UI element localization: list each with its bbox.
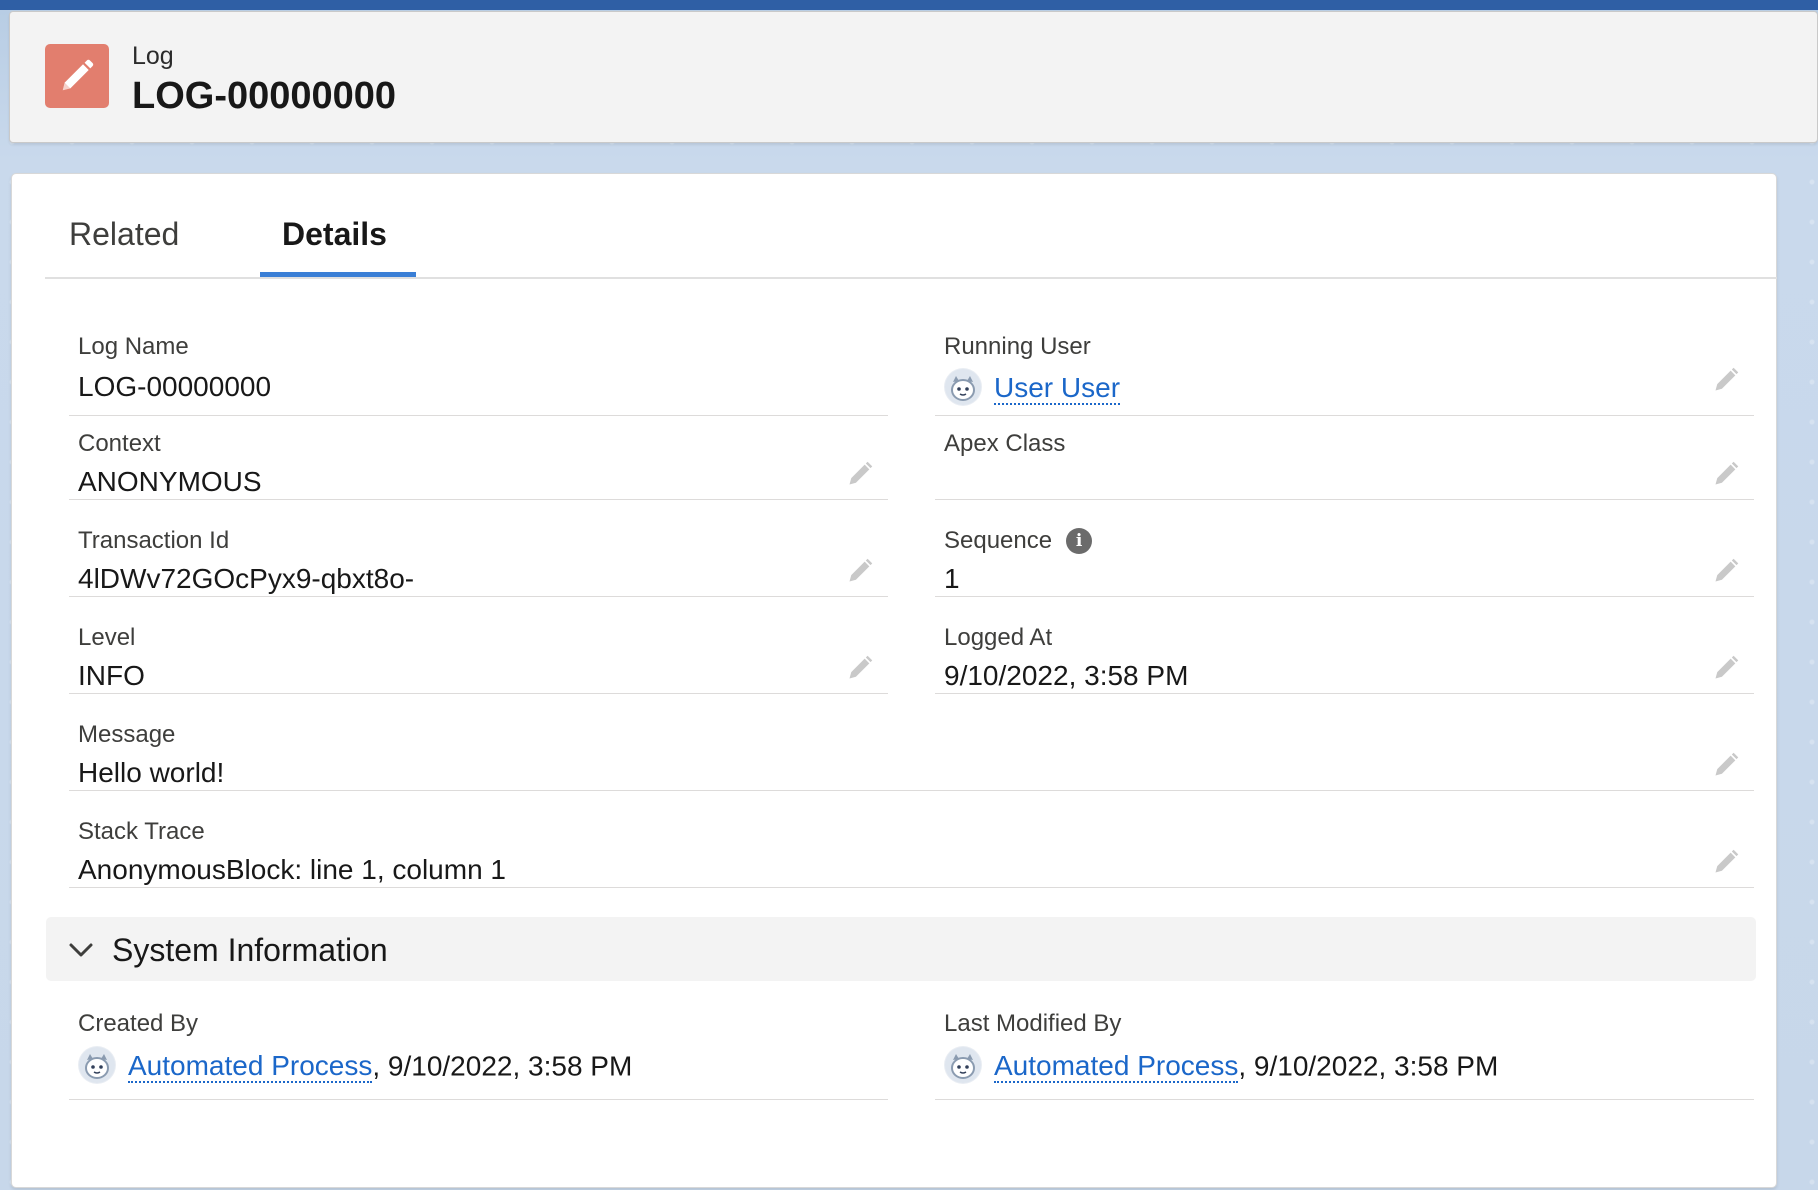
chevron-down-icon <box>69 943 93 957</box>
pencil-edit-icon[interactable] <box>846 557 874 585</box>
pencil-edit-icon[interactable] <box>846 654 874 682</box>
field-level: Level INFO <box>69 610 888 694</box>
field-label: Sequence i <box>944 527 1093 555</box>
pencil-edit-icon[interactable] <box>1712 460 1740 488</box>
field-created-by: Created By Automated Process, 9/10/2022,… <box>69 996 888 1100</box>
field-running-user: Running User User User <box>935 319 1754 416</box>
field-label: Context <box>78 430 161 457</box>
field-context: Context ANONYMOUS <box>69 416 888 500</box>
record-header: Log LOG-00000000 <box>9 11 1818 143</box>
pencil-icon <box>45 44 109 108</box>
field-label: Level <box>78 624 136 651</box>
field-label: Message <box>78 721 176 748</box>
field-value: 4lDWv72GOcPyx9-qbxt8o- <box>78 563 415 594</box>
field-label: Last Modified By <box>944 1010 1122 1037</box>
field-transaction-id: Transaction Id 4lDWv72GOcPyx9-qbxt8o- <box>69 513 888 597</box>
last-modified-date: , 9/10/2022, 3:58 PM <box>1238 1050 1499 1082</box>
field-sequence: Sequence i 1 <box>935 513 1754 597</box>
pencil-edit-icon[interactable] <box>1712 557 1740 585</box>
field-label: Logged At <box>944 624 1053 651</box>
field-label: Log Name <box>78 333 189 360</box>
active-tab-indicator <box>260 272 416 277</box>
astro-avatar-icon <box>944 1046 982 1084</box>
field-value: 9/10/2022, 3:58 PM <box>944 660 1189 691</box>
field-value: Hello world! <box>78 757 225 788</box>
pencil-edit-icon[interactable] <box>1712 751 1740 779</box>
tab-related[interactable]: Related <box>69 216 179 253</box>
field-value: LOG-00000000 <box>78 371 272 402</box>
pencil-edit-icon[interactable] <box>1712 366 1740 394</box>
field-label: Transaction Id <box>78 527 230 554</box>
field-label: Apex Class <box>944 430 1066 457</box>
field-label: Running User <box>944 333 1091 360</box>
running-user-link[interactable]: User User <box>994 372 1121 406</box>
info-icon[interactable]: i <box>1066 528 1093 554</box>
field-value: User User <box>944 368 1121 409</box>
pencil-edit-icon[interactable] <box>1712 848 1740 876</box>
field-value: AnonymousBlock: line 1, column 1 <box>78 854 506 885</box>
created-date: , 9/10/2022, 3:58 PM <box>372 1050 633 1082</box>
field-last-modified-by: Last Modified By Automated Process, 9/10… <box>935 996 1754 1100</box>
tab-bar: Related Details <box>45 174 1777 279</box>
details-card: Related Details Log Name LOG-00000000 Ru… <box>11 173 1777 1188</box>
field-label: Created By <box>78 1010 199 1037</box>
field-value: ANONYMOUS <box>78 466 262 497</box>
field-stack-trace: Stack Trace AnonymousBlock: line 1, colu… <box>69 804 1754 888</box>
system-information-section-toggle[interactable]: System Information <box>46 917 1756 981</box>
field-label: Stack Trace <box>78 818 205 845</box>
tab-details[interactable]: Details <box>282 216 387 253</box>
field-message: Message Hello world! <box>69 707 1754 791</box>
field-value: 1 <box>944 563 960 594</box>
field-value: Automated Process, 9/10/2022, 3:58 PM <box>78 1046 633 1087</box>
record-title: LOG-00000000 <box>132 75 397 117</box>
field-apex-class: Apex Class <box>935 416 1754 500</box>
field-log-name: Log Name LOG-00000000 <box>69 319 888 416</box>
pencil-edit-icon[interactable] <box>846 460 874 488</box>
astro-avatar-icon <box>78 1046 116 1084</box>
pencil-edit-icon[interactable] <box>1712 654 1740 682</box>
field-value: INFO <box>78 660 145 691</box>
last-modified-by-user-link[interactable]: Automated Process <box>994 1050 1239 1084</box>
astro-avatar-icon <box>944 368 982 406</box>
object-type-label: Log <box>132 42 174 70</box>
field-value: Automated Process, 9/10/2022, 3:58 PM <box>944 1046 1499 1087</box>
section-title: System Information <box>112 932 388 968</box>
created-by-user-link[interactable]: Automated Process <box>128 1050 373 1084</box>
field-logged-at: Logged At 9/10/2022, 3:58 PM <box>935 610 1754 694</box>
field-label-text: Sequence <box>944 527 1053 554</box>
